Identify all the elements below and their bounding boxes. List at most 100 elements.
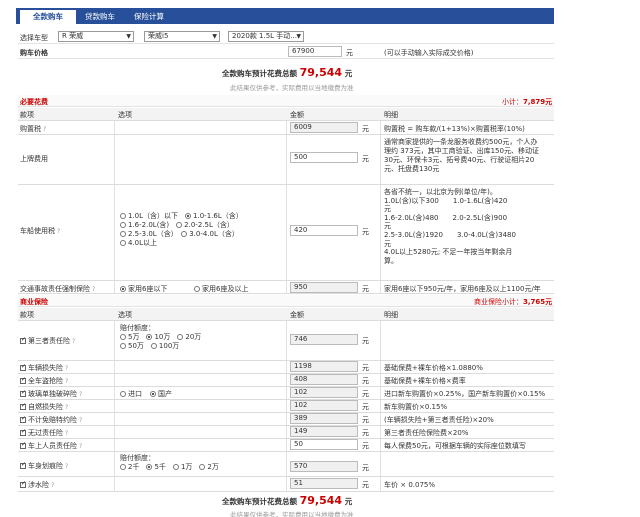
- vessel-opt-1[interactable]: 1.0L（含）以下: [120, 212, 178, 220]
- deductible-detail: (车辆损失险+第三者责任险)×20%: [384, 416, 494, 424]
- select-car-label: 选择车型: [20, 34, 48, 42]
- plate-fee-unit: 元: [362, 155, 369, 163]
- select-car-row: 选择车型 R 荣威 ▼ 荣威i5 ▼ 2020款 1.5L 手动... ▼: [18, 30, 554, 44]
- theft-detail: 基础保费+裸车价格×费率: [384, 377, 466, 385]
- vessel-tax-input[interactable]: 420: [290, 225, 358, 236]
- damage-input[interactable]: 1198: [290, 361, 358, 372]
- compulsory-input[interactable]: 950: [290, 282, 358, 293]
- vessel-opt-2[interactable]: 1.0-1.6L（含）: [185, 212, 243, 220]
- third-opt-20w[interactable]: 20万: [177, 333, 201, 341]
- deductible-unit: 元: [362, 416, 369, 424]
- checkbox-icon: [20, 336, 26, 344]
- price-hint: (可以手动输入实际成交价格): [384, 49, 474, 57]
- theft-unit: 元: [362, 377, 369, 385]
- third-opt-50w[interactable]: 50万: [120, 342, 144, 350]
- col-detail: 明细: [384, 311, 398, 319]
- tab-insurance[interactable]: 保险计算: [124, 10, 174, 24]
- scratch-input[interactable]: 570: [290, 461, 358, 472]
- glass-unit: 元: [362, 390, 369, 398]
- vessel-opt-5[interactable]: 2.5-3.0L（含）: [120, 230, 174, 238]
- scratch-opt-5k[interactable]: 5千: [146, 463, 166, 471]
- fire-input[interactable]: 102: [290, 400, 358, 411]
- plate-fee-input[interactable]: 500: [290, 152, 358, 163]
- required-section-header: 必要花费 小计：7,879元: [18, 95, 554, 107]
- col-option: 选项: [118, 111, 132, 119]
- required-title: 必要花费: [20, 98, 48, 106]
- theft-name[interactable]: 全车盗抢险?: [20, 376, 68, 386]
- total-amount-bottom: 79,544: [299, 494, 343, 507]
- third-opt-100w[interactable]: 100万: [150, 342, 179, 350]
- series-select[interactable]: 荣威i5 ▼: [144, 31, 220, 42]
- vessel-tax-detail: 各省不统一，以北京为例(单位/年)。 1.0L(含)以下300 1.0-1.6L…: [384, 188, 516, 265]
- price-input[interactable]: 67900: [288, 46, 342, 57]
- scratch-opt-1w[interactable]: 1万: [172, 463, 192, 471]
- price-label: 购车价格: [20, 49, 48, 57]
- commercial-table: 款项 选项 金额 明细 第三者责任险? 赔付额度： 5万 10万 20万 50万…: [18, 308, 554, 492]
- total-summary-top: 全款购车预计花费总额 79,544 元 此结果仅供参考，实际费用以当地缴费为准: [18, 62, 554, 94]
- commercial-title: 商业保险: [20, 298, 48, 306]
- glass-detail: 进口新车购置价×0.25%，国产新车购置价×0.15%: [384, 390, 546, 398]
- model-select[interactable]: 2020款 1.5L 手动... ▼: [228, 31, 304, 42]
- glass-name[interactable]: 玻璃单独破碎险?: [20, 389, 82, 399]
- chevron-down-icon: ▼: [296, 33, 301, 40]
- fire-name[interactable]: 自燃损失险?: [20, 402, 68, 412]
- purchase-tax-input[interactable]: 6009: [290, 122, 358, 133]
- commercial-header-row: [18, 308, 554, 320]
- deductible-input[interactable]: 389: [290, 413, 358, 424]
- required-header-row: [18, 108, 554, 120]
- passenger-name[interactable]: 车上人员责任险?: [20, 441, 82, 451]
- no-fault-unit: 元: [362, 429, 369, 437]
- brand-select[interactable]: R 荣威 ▼: [58, 31, 134, 42]
- total-line: 全款购车预计花费总额 79,544 元: [222, 66, 353, 79]
- purchase-tax-detail: 购置税 = 购车款/(1+13%)×购置税率(10%): [384, 125, 525, 133]
- glass-opt-import[interactable]: 进口: [120, 389, 142, 399]
- glass-opt-domestic[interactable]: 国产: [150, 389, 172, 399]
- col-item: 款项: [20, 111, 34, 119]
- water-input[interactable]: 51: [290, 478, 358, 489]
- scratch-opt-2w[interactable]: 2万: [199, 463, 219, 471]
- plate-fee-detail: 通常商家提供的一条龙服务收费约500元，个人办 理约 373元，其中工商验证、出…: [384, 138, 539, 173]
- chevron-down-icon: ▼: [212, 33, 217, 40]
- commercial-subtotal: 商业保险小计：3,765元: [474, 298, 553, 306]
- no-fault-name[interactable]: 无过责任险?: [20, 428, 68, 438]
- water-name[interactable]: 涉水险?: [20, 480, 54, 490]
- scratch-opt-2k[interactable]: 2千: [120, 463, 139, 471]
- third-opt-10w[interactable]: 10万: [146, 333, 170, 341]
- third-party-input[interactable]: 746: [290, 334, 358, 345]
- passenger-input[interactable]: 50: [290, 439, 358, 450]
- help-icon: ?: [57, 228, 61, 235]
- vessel-opt-6[interactable]: 3.0-4.0L（含）: [181, 230, 239, 238]
- no-fault-input[interactable]: 149: [290, 426, 358, 437]
- purchase-tax-unit: 元: [362, 125, 369, 133]
- col-option: 选项: [118, 311, 132, 319]
- vessel-opt-3[interactable]: 1.6-2.0L(含): [120, 221, 169, 229]
- theft-input[interactable]: 408: [290, 374, 358, 385]
- tab-loan[interactable]: 贷款购车: [78, 10, 122, 24]
- vessel-opt-7[interactable]: 4.0L以上: [120, 239, 157, 247]
- glass-input[interactable]: 102: [290, 387, 358, 398]
- help-icon: ?: [92, 286, 96, 293]
- scratch-name[interactable]: 车身划痕险?: [20, 461, 68, 471]
- third-party-options: 赔付额度： 5万 10万 20万 50万 100万: [120, 324, 202, 350]
- vessel-tax-unit: 元: [362, 228, 369, 236]
- total-amount: 79,544: [299, 66, 343, 79]
- damage-detail: 基础保费+裸车价格×1.0880%: [384, 364, 483, 372]
- third-opt-5w[interactable]: 5万: [120, 333, 139, 341]
- scratch-unit: 元: [362, 464, 369, 472]
- vessel-tax-options: 1.0L（含）以下 1.0-1.6L（含） 1.6-2.0L(含) 2.0-2.…: [120, 212, 243, 248]
- purchase-tax-name: 购置税?: [20, 125, 47, 133]
- no-fault-detail: 第三者责任险保险费×20%: [384, 429, 469, 437]
- vessel-opt-4[interactable]: 2.0-2.5L（含）: [176, 221, 234, 229]
- tab-full-payment[interactable]: 全款购车: [20, 10, 76, 24]
- fire-detail: 新车购置价×0.15%: [384, 403, 448, 411]
- required-subtotal: 小计：7,879元: [502, 98, 553, 106]
- deductible-name[interactable]: 不计免赔特约险?: [20, 415, 82, 425]
- col-amount: 金额: [290, 111, 304, 119]
- col-amount: 金额: [290, 311, 304, 319]
- passenger-detail: 每人保费50元，可根据车辆的实际座位数填写: [384, 442, 526, 450]
- damage-name[interactable]: 车辆损失险?: [20, 363, 68, 373]
- third-party-name[interactable]: 第三者责任险?: [20, 336, 75, 346]
- vessel-tax-name: 车船使用税?: [20, 227, 61, 235]
- price-unit: 元: [346, 49, 353, 57]
- tab-bar: 全款购车 贷款购车 保险计算: [16, 8, 554, 24]
